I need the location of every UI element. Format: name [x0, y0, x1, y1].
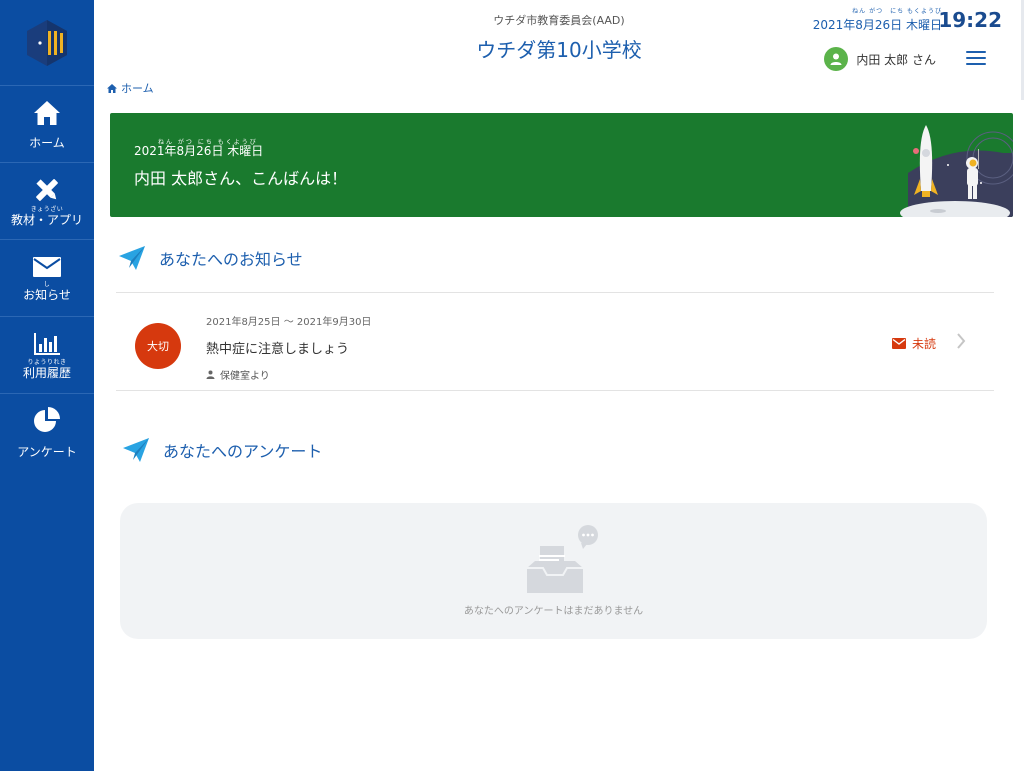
- header: ウチダ市教育委員会(AAD) ウチダ第10小学校 ねん がつ にち もくようび …: [94, 0, 1024, 80]
- empty-state-message: あなたへのアンケートはまだありません: [463, 606, 644, 617]
- greeting-banner: ねん がつ にち もくようび 2021年8月26日 木曜日 内田 太郎さん、こん…: [110, 113, 1013, 217]
- bar-chart-icon: [34, 332, 60, 355]
- sidebar-item-materials-apps[interactable]: きょうざい 教材・アプリ: [0, 163, 94, 240]
- banner-greeting: 内田 太郎さん、こんばんは！: [134, 169, 348, 188]
- sidebar-item-ruby: きょうざい: [30, 205, 64, 213]
- breadcrumb-home[interactable]: ホーム: [107, 80, 154, 96]
- notice-sender: 保健室より: [206, 367, 270, 382]
- notice-title: 熱中症に注意しましょう: [206, 342, 350, 357]
- importance-badge: 大切: [135, 323, 181, 369]
- notice-date-range: 2021年8月25日 〜 2021年9月30日: [206, 317, 372, 328]
- empty-inbox-icon: [527, 525, 598, 593]
- sidebar: ホーム きょうざい 教材・アプリ し お知らせ りようりれき 利用履歴 アンケー…: [0, 0, 94, 771]
- surveys-empty-state: あなたへのアンケートはまだありません: [120, 503, 987, 639]
- user-name: 内田 太郎 さん: [856, 52, 936, 67]
- banner-date: 2021年8月26日 木曜日: [134, 144, 264, 158]
- sidebar-item-home[interactable]: ホーム: [0, 86, 94, 163]
- sidebar-item-usage-history[interactable]: りようりれき 利用履歴: [0, 317, 94, 394]
- breadcrumb-label: ホーム: [121, 82, 154, 95]
- sidebar-item-label: アンケート: [17, 445, 77, 459]
- envelope-icon: [33, 256, 61, 277]
- logo-icon: [27, 19, 67, 66]
- hamburger-menu-button[interactable]: [966, 51, 986, 67]
- paper-plane-icon: [123, 438, 149, 462]
- header-date: 2021年8月26日 木曜日: [812, 18, 942, 32]
- header-date-ruby: ねん がつ にち もくようび: [852, 8, 942, 15]
- sidebar-item-ruby: りようりれき: [27, 358, 67, 366]
- notices-heading-text: あなたへのお知らせ: [159, 250, 303, 269]
- notice-sender-text: 保健室より: [220, 371, 270, 382]
- sidebar-item-ruby: し: [43, 280, 51, 288]
- sidebar-item-notices[interactable]: し お知らせ: [0, 240, 94, 317]
- rocket-astronaut-illustration: [900, 125, 1013, 217]
- person-icon: [206, 370, 215, 379]
- user-avatar-icon: [824, 47, 849, 71]
- pencil-ruler-icon: [36, 178, 58, 201]
- surveys-heading: あなたへのアンケート: [123, 438, 322, 462]
- divider: [116, 292, 994, 293]
- notices-heading: あなたへのお知らせ: [119, 246, 303, 270]
- unread-status-text: 未読: [911, 337, 936, 351]
- notice-item[interactable]: 大切 2021年8月25日 〜 2021年9月30日 熱中症に注意しましょう 保…: [116, 294, 994, 390]
- divider: [116, 390, 994, 391]
- sidebar-item-label: お知らせ: [23, 287, 71, 302]
- envelope-icon: [891, 338, 906, 349]
- chevron-right-icon[interactable]: [956, 332, 966, 350]
- header-time: 19:22: [938, 8, 1002, 32]
- user-menu[interactable]: 内田 太郎 さん: [824, 47, 936, 71]
- app-logo[interactable]: [0, 0, 94, 86]
- home-icon: [107, 83, 117, 93]
- home-icon: [34, 100, 60, 125]
- sidebar-item-survey[interactable]: アンケート: [0, 394, 94, 471]
- sidebar-item-label: 利用履歴: [22, 365, 71, 380]
- pie-chart-icon: [34, 407, 60, 432]
- unread-status: 未読: [891, 335, 936, 352]
- paper-plane-icon: [119, 246, 145, 270]
- surveys-heading-text: あなたへのアンケート: [163, 442, 323, 461]
- sidebar-item-label: 教材・アプリ: [10, 212, 83, 227]
- sidebar-item-label: ホーム: [29, 135, 65, 150]
